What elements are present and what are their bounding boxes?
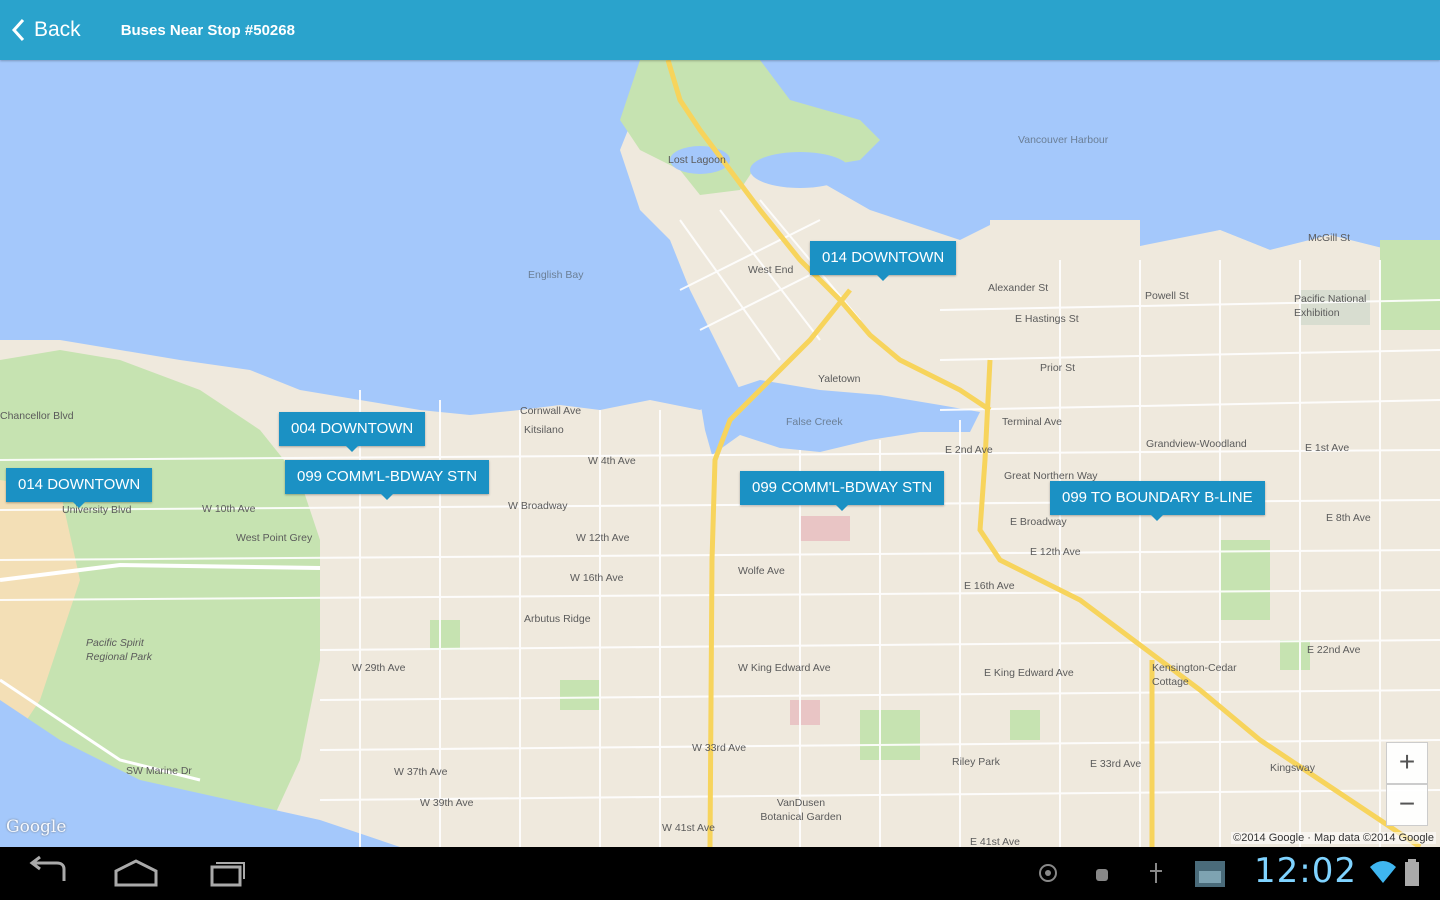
map-label-english-bay: English Bay — [528, 269, 584, 281]
location-icon — [1039, 864, 1057, 882]
page-title: Buses Near Stop #50268 — [120, 21, 295, 39]
map-label-w-king-edward: W King Edward Ave — [738, 662, 831, 674]
map-label-cornwall: Cornwall Ave — [520, 405, 582, 417]
zoom-in-button[interactable]: + — [1386, 742, 1428, 784]
map-label-w41st: W 41st Ave — [662, 822, 715, 834]
map-label-w39th: W 39th Ave — [420, 797, 474, 809]
map-base — [0, 60, 1440, 847]
zoom-out-button[interactable]: − — [1386, 784, 1428, 826]
store-notification-icon — [1195, 861, 1225, 887]
battery-icon — [1405, 859, 1419, 886]
bus-marker-014-downtown-2[interactable]: 014 DOWNTOWN — [6, 468, 153, 508]
map-view[interactable]: Vancouver Harbour Lost Lagoon English Ba… — [0, 60, 1440, 847]
map-label-harbour: Vancouver Harbour — [1018, 134, 1109, 146]
usb-icon — [1150, 863, 1162, 883]
map-label-w33rd: W 33rd Ave — [692, 742, 747, 754]
map-label-w16th: W 16th Ave — [570, 572, 624, 584]
map-label-kingsway: Kingsway — [1270, 762, 1315, 774]
chevron-left-icon — [11, 18, 25, 42]
map-label-prior: Prior St — [1040, 362, 1076, 374]
map-label-e12th: E 12th Ave — [1030, 546, 1081, 558]
system-navigation-bar: 12:02 — [0, 847, 1440, 900]
map-label-w37th: W 37th Ave — [394, 766, 448, 778]
map-label-kensington: Kensington-Cedar Cottage — [1152, 662, 1237, 688]
back-label: Back — [34, 18, 81, 41]
recent-apps-icon[interactable] — [196, 855, 256, 891]
map-label-alexander: Alexander St — [988, 282, 1049, 294]
bus-marker-004-downtown[interactable]: 004 DOWNTOWN — [279, 412, 426, 452]
bus-marker-099-boundary[interactable]: 099 TO BOUNDARY B-LINE — [1050, 481, 1265, 521]
map-label-e41st: E 41st Ave — [970, 836, 1021, 847]
map-label-riley-park: Riley Park — [952, 756, 1000, 768]
map-label-e16th: E 16th Ave — [964, 580, 1015, 592]
wifi-icon — [1370, 861, 1396, 883]
map-label-kitsilano: Kitsilano — [524, 424, 564, 436]
map-label-arbutus-ridge: Arbutus Ridge — [524, 613, 591, 625]
map-label-w4th: W 4th Ave — [588, 455, 636, 467]
map-label-yaletown: Yaletown — [818, 373, 861, 385]
bus-marker-099-commercial-2[interactable]: 099 COMM'L-BDWAY STN — [740, 471, 945, 511]
map-label-e1st: E 1st Ave — [1305, 442, 1350, 454]
map-label-e22nd: E 22nd Ave — [1307, 644, 1361, 656]
map-label-terminal: Terminal Ave — [1002, 416, 1062, 428]
map-label-west-end: West End — [748, 264, 794, 276]
bus-marker-014-downtown-1[interactable]: 014 DOWNTOWN — [810, 241, 957, 281]
map-label-grandview: Grandview-Woodland — [1146, 438, 1247, 450]
bus-marker-099-commercial-1[interactable]: 099 COMM'L-BDWAY STN — [285, 460, 490, 500]
map-label-false-creek: False Creek — [786, 416, 843, 428]
map-label-e33rd: E 33rd Ave — [1090, 758, 1142, 770]
map-label-chancellor: Chancellor Blvd — [0, 410, 74, 422]
map-label-e-broadway: E Broadway — [1010, 516, 1067, 528]
map-label-vandusen: VanDusen Botanical Garden — [760, 797, 842, 823]
map-label-e8th: E 8th Ave — [1326, 512, 1371, 524]
google-logo: Google — [6, 817, 67, 837]
map-label-sw-marine: SW Marine Dr — [126, 765, 192, 777]
map-attribution[interactable]: ©2014 Google · Map data ©2014 Google — [1231, 832, 1436, 844]
map-label-powell: Powell St — [1145, 290, 1189, 302]
map-label-mcgill: McGill St — [1308, 232, 1350, 244]
map-label-pne: Pacific National Exhibition — [1294, 293, 1367, 319]
map-label-e-king-edward: E King Edward Ave — [984, 667, 1074, 679]
android-debug-icon — [1096, 869, 1108, 881]
back-button[interactable]: Back — [0, 0, 95, 60]
status-clock: 12:02 — [1254, 851, 1357, 891]
app-bar: Back Buses Near Stop #50268 — [0, 0, 1440, 60]
map-label-e2nd: E 2nd Ave — [945, 444, 993, 456]
map-label-w29th: W 29th Ave — [352, 662, 406, 674]
map-label-w10th: W 10th Ave — [202, 503, 256, 515]
map-label-w-broadway: W Broadway — [508, 500, 568, 512]
map-label-pacific-spirit: Pacific Spirit Regional Park — [86, 637, 152, 663]
back-nav-icon[interactable] — [16, 855, 76, 891]
map-label-w12th: W 12th Ave — [576, 532, 630, 544]
map-label-wolfe: Wolfe Ave — [738, 565, 785, 577]
map-label-lost-lagoon: Lost Lagoon — [668, 154, 726, 166]
map-label-wpg: West Point Grey — [236, 532, 313, 544]
map-label-hastings: E Hastings St — [1015, 313, 1079, 325]
home-nav-icon[interactable] — [106, 855, 166, 891]
